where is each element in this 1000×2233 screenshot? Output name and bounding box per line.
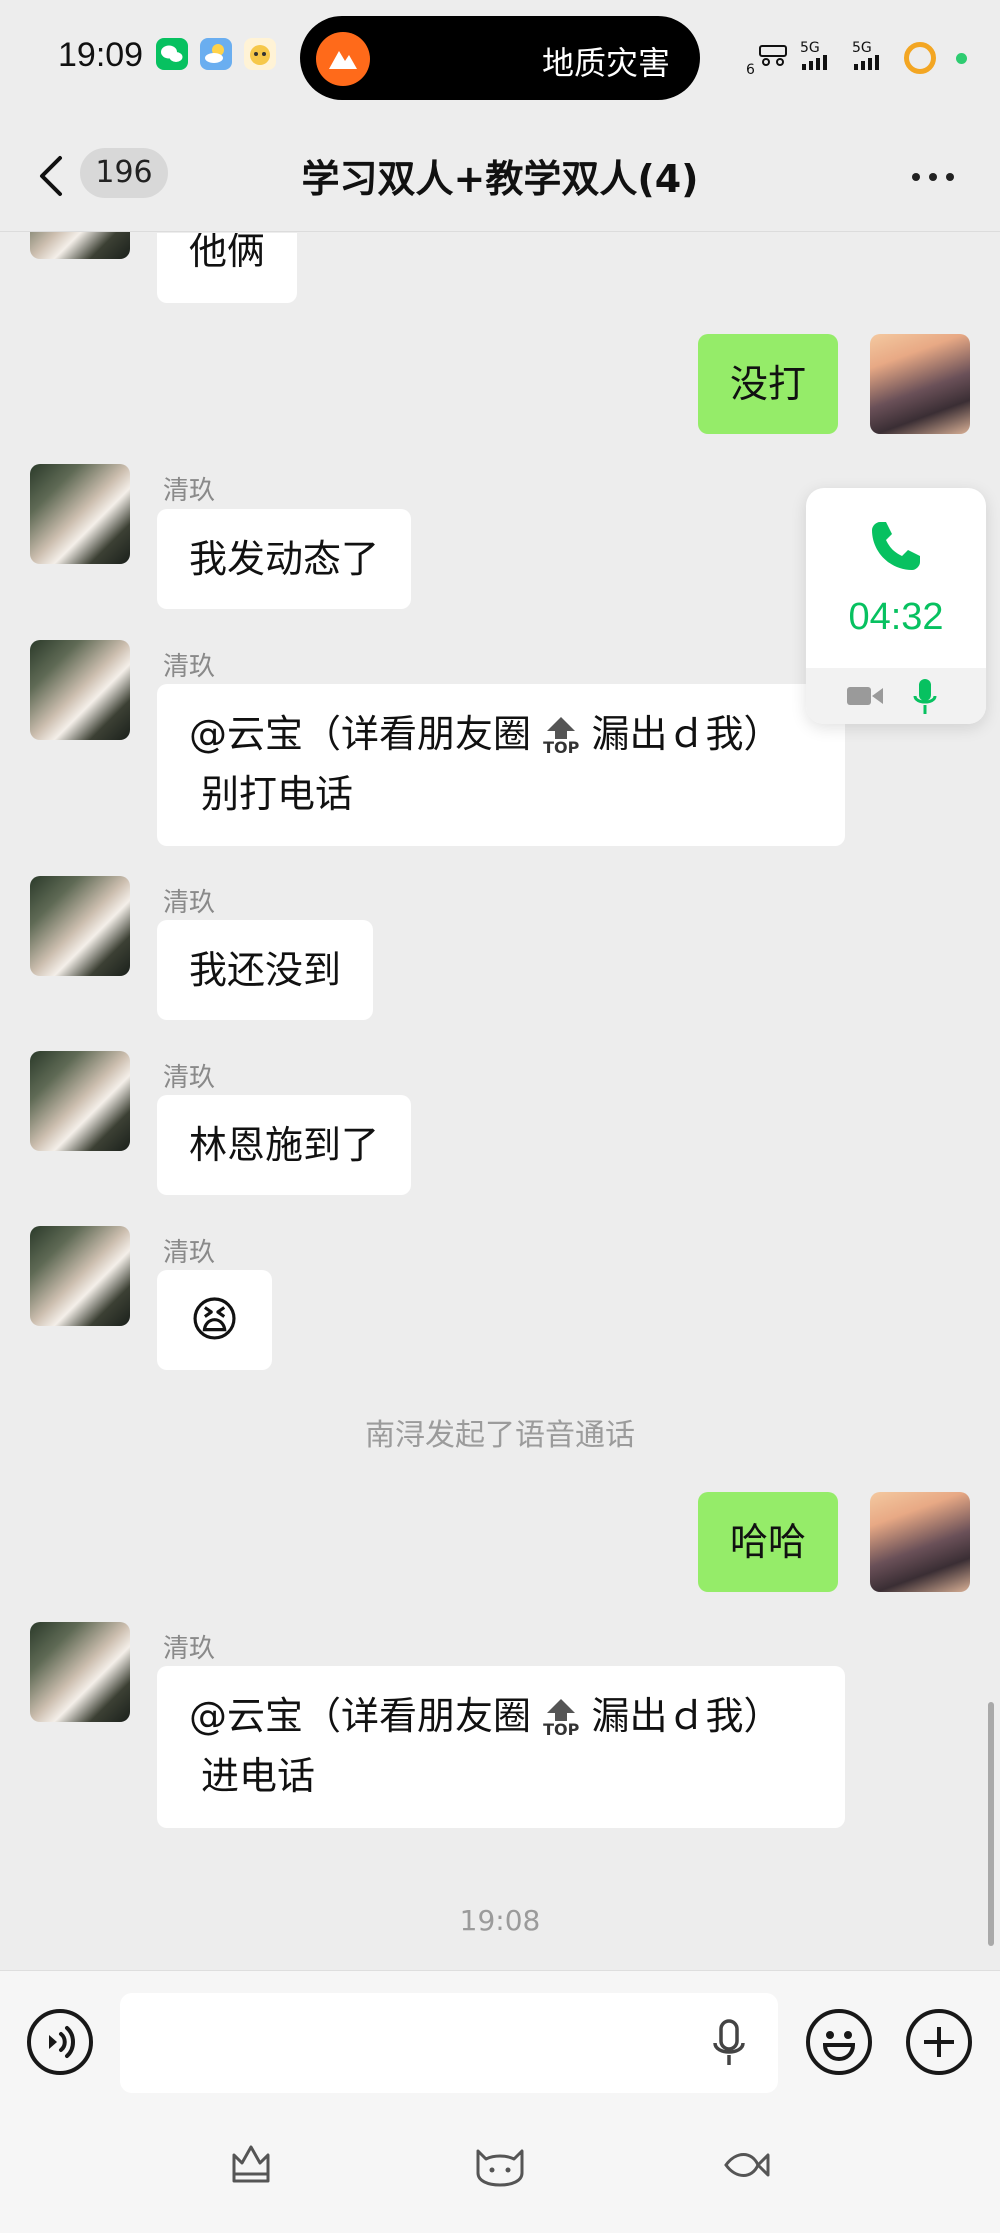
cat-face-icon[interactable]: [472, 2143, 528, 2187]
message-bubble[interactable]: 我发动态了: [157, 509, 412, 609]
sender-name: 清玖: [163, 888, 216, 918]
mention-text: @云宝（详看朋友圈: [189, 712, 532, 756]
status-bar: 19:09 地质灾害 6 5G 5G: [0, 0, 1000, 116]
avatar[interactable]: [30, 876, 130, 976]
top-badge-icon: TOP: [543, 1698, 579, 1739]
wechat-icon: [156, 38, 188, 70]
chat-header: 196 学习双人+教学双人(4): [0, 116, 1000, 232]
fish-icon[interactable]: [722, 2147, 770, 2183]
back-arrow-icon[interactable]: [36, 154, 66, 198]
avatar[interactable]: [30, 464, 130, 564]
sender-name: 清玖: [163, 652, 216, 682]
dynamic-island[interactable]: 地质灾害: [300, 16, 700, 100]
unread-count-badge[interactable]: 196: [80, 148, 168, 198]
sim-cart-icon: [759, 45, 787, 66]
voice-wave-icon: [49, 2026, 75, 2058]
avatar-self[interactable]: [870, 334, 970, 434]
sender-name: 清玖: [163, 1063, 216, 1093]
message-bubble-self[interactable]: 哈哈: [698, 1492, 839, 1592]
island-text: 地质灾害: [541, 44, 670, 82]
sender-name: 清玖: [163, 476, 216, 506]
chat-title: 学习双人+教学双人(4): [301, 157, 699, 201]
message-input[interactable]: [120, 1993, 778, 2093]
sender-name: 清玖: [163, 1238, 216, 1268]
avatar[interactable]: [30, 1051, 130, 1151]
call-duration: 04:32: [848, 596, 944, 638]
crown-icon[interactable]: [228, 2141, 274, 2187]
clock: 19:09: [58, 36, 144, 74]
system-notice: 南浔发起了语音通话: [365, 1418, 635, 1453]
emoji-bubble[interactable]: 😫: [157, 1270, 272, 1370]
alert-icon: [316, 32, 370, 86]
avatar-self[interactable]: [870, 1492, 970, 1592]
plus-icon: [924, 2027, 954, 2057]
message-text-line: 别打电话: [201, 772, 354, 816]
message-text: 漏出ｄ我）: [591, 712, 782, 756]
signal-bars-icon-2: [854, 55, 879, 70]
signal-bars-icon: [802, 55, 827, 70]
microphone-icon[interactable]: [912, 678, 938, 716]
phone-icon: [872, 522, 920, 570]
smiley-icon: [822, 2031, 856, 2062]
call-controls: [806, 668, 986, 724]
charging-ring-icon: [904, 42, 936, 74]
cat-app-icon: [244, 38, 276, 70]
message-text: 漏出ｄ我）: [591, 1694, 782, 1738]
add-more-button[interactable]: [906, 2009, 972, 2075]
timestamp: 19:08: [459, 1904, 541, 1937]
message-bubble-self[interactable]: 没打: [698, 334, 839, 434]
message-bubble[interactable]: @云宝（详看朋友圈 TOP 漏出ｄ我） 别打电话: [157, 684, 845, 846]
microphone-icon[interactable]: [712, 2019, 746, 2069]
weather-icon: [200, 38, 232, 70]
mention-text: @云宝（详看朋友圈: [189, 1694, 532, 1738]
avatar[interactable]: [30, 1226, 130, 1326]
video-camera-icon[interactable]: [846, 684, 884, 708]
privacy-dot-icon: [956, 53, 967, 64]
top-badge-icon: TOP: [543, 716, 579, 757]
sender-name: 清玖: [163, 1634, 216, 1664]
input-bar: [0, 1970, 1000, 2233]
message-bubble[interactable]: 林恩施到了: [157, 1095, 412, 1195]
message-bubble[interactable]: @云宝（详看朋友圈 TOP 漏出ｄ我） 进电话: [157, 1666, 845, 1828]
scrollbar[interactable]: [988, 1702, 994, 1946]
message-bubble[interactable]: 我还没到: [157, 920, 374, 1020]
signal-small: 6: [746, 62, 755, 78]
floating-call-widget[interactable]: 04:32: [806, 488, 986, 724]
avatar[interactable]: [30, 640, 130, 740]
message-text-line: 进电话: [201, 1754, 316, 1798]
emoji-button[interactable]: [806, 2009, 872, 2075]
voice-input-button[interactable]: [27, 2009, 93, 2075]
avatar[interactable]: [30, 1622, 130, 1722]
more-options-icon[interactable]: [903, 166, 954, 185]
